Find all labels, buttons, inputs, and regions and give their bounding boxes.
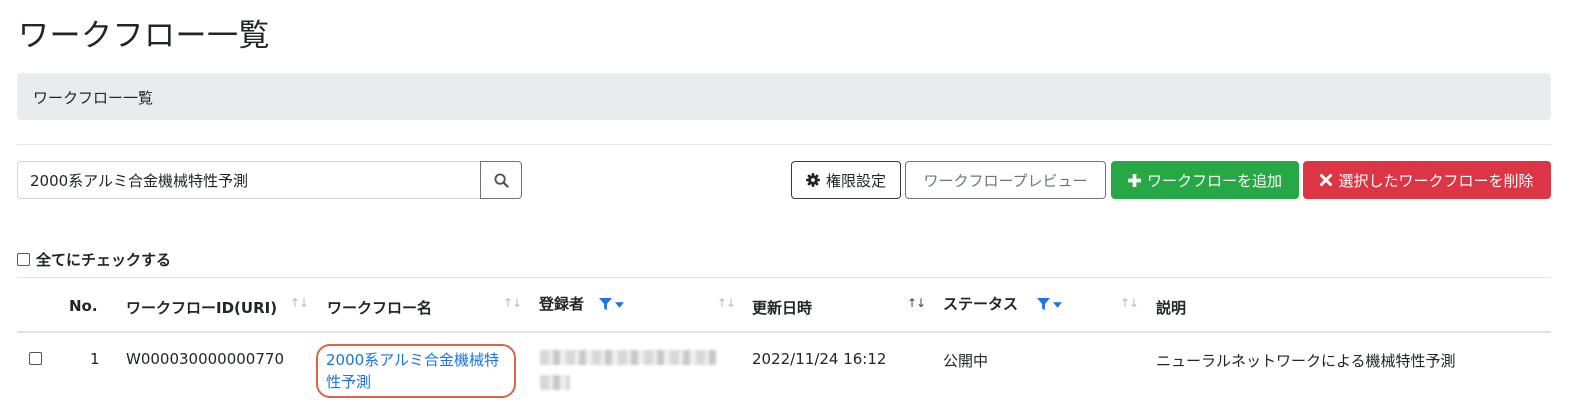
close-icon: [1320, 174, 1333, 186]
filter-icon: [1037, 298, 1050, 311]
workflow-id: W000030000000770: [126, 350, 284, 368]
page-title: ワークフロー一覧: [18, 18, 270, 54]
delete-selected-workflows-button[interactable]: 選択したワークフローを削除: [1303, 161, 1551, 199]
filter-icon: [599, 298, 612, 311]
registrant-filter[interactable]: [599, 298, 624, 311]
column-header-workflow-name[interactable]: ワークフロー名: [327, 297, 432, 318]
sort-icon[interactable]: ↑↓: [290, 296, 309, 310]
breadcrumb-item: ワークフロー一覧: [33, 89, 154, 107]
gear-icon: [805, 173, 820, 187]
sort-icon[interactable]: ↑↓: [717, 296, 736, 310]
sort-icon[interactable]: ↑↓: [503, 296, 522, 310]
permission-settings-label: 権限設定: [825, 171, 886, 190]
workflow-preview-button[interactable]: ワークフロープレビュー: [905, 161, 1106, 199]
table-header-divider: [17, 331, 1551, 333]
caret-down-icon: [615, 301, 624, 308]
column-header-registrant[interactable]: 登録者: [539, 293, 584, 314]
search-icon: [493, 172, 509, 188]
table-divider: [17, 277, 1551, 278]
search-input[interactable]: [17, 161, 481, 199]
column-header-updated[interactable]: 更新日時: [752, 297, 812, 318]
check-all: 全てにチェックする: [17, 249, 171, 270]
column-header-workflow-id[interactable]: ワークフローID(URI): [126, 297, 277, 318]
check-all-checkbox[interactable]: [17, 253, 30, 266]
column-header-description: 説明: [1156, 299, 1187, 317]
row-checkbox[interactable]: [29, 352, 42, 365]
sort-icon[interactable]: ↑↓: [1120, 296, 1139, 310]
workflow-preview-label: ワークフロープレビュー: [923, 171, 1088, 190]
column-header-no: No.: [69, 297, 98, 315]
add-workflow-button[interactable]: ワークフローを追加: [1111, 161, 1299, 199]
check-all-label: 全てにチェックする: [36, 251, 172, 269]
description-text: ニューラルネットワークによる機械特性予測: [1156, 352, 1456, 370]
row-number: 1: [90, 350, 100, 368]
delete-selected-workflows-label: 選択したワークフローを削除: [1338, 171, 1534, 190]
permission-settings-button[interactable]: 権限設定: [791, 161, 901, 199]
plus-icon: [1127, 173, 1141, 187]
search-group: [17, 161, 522, 199]
updated-datetime: 2022/11/24 16:12: [752, 350, 887, 368]
status-filter[interactable]: [1037, 298, 1062, 311]
column-header-status[interactable]: ステータス: [943, 293, 1018, 314]
workflow-name-link[interactable]: 2000系アルミ合金機械特性予測: [316, 344, 516, 398]
add-workflow-label: ワークフローを追加: [1146, 171, 1282, 190]
status-text: 公開中: [943, 352, 989, 370]
caret-down-icon: [1053, 301, 1062, 308]
breadcrumb: ワークフロー一覧: [17, 73, 1551, 120]
divider: [17, 144, 1551, 145]
sort-icon[interactable]: ↑↓: [907, 296, 926, 310]
search-button[interactable]: [480, 161, 522, 199]
